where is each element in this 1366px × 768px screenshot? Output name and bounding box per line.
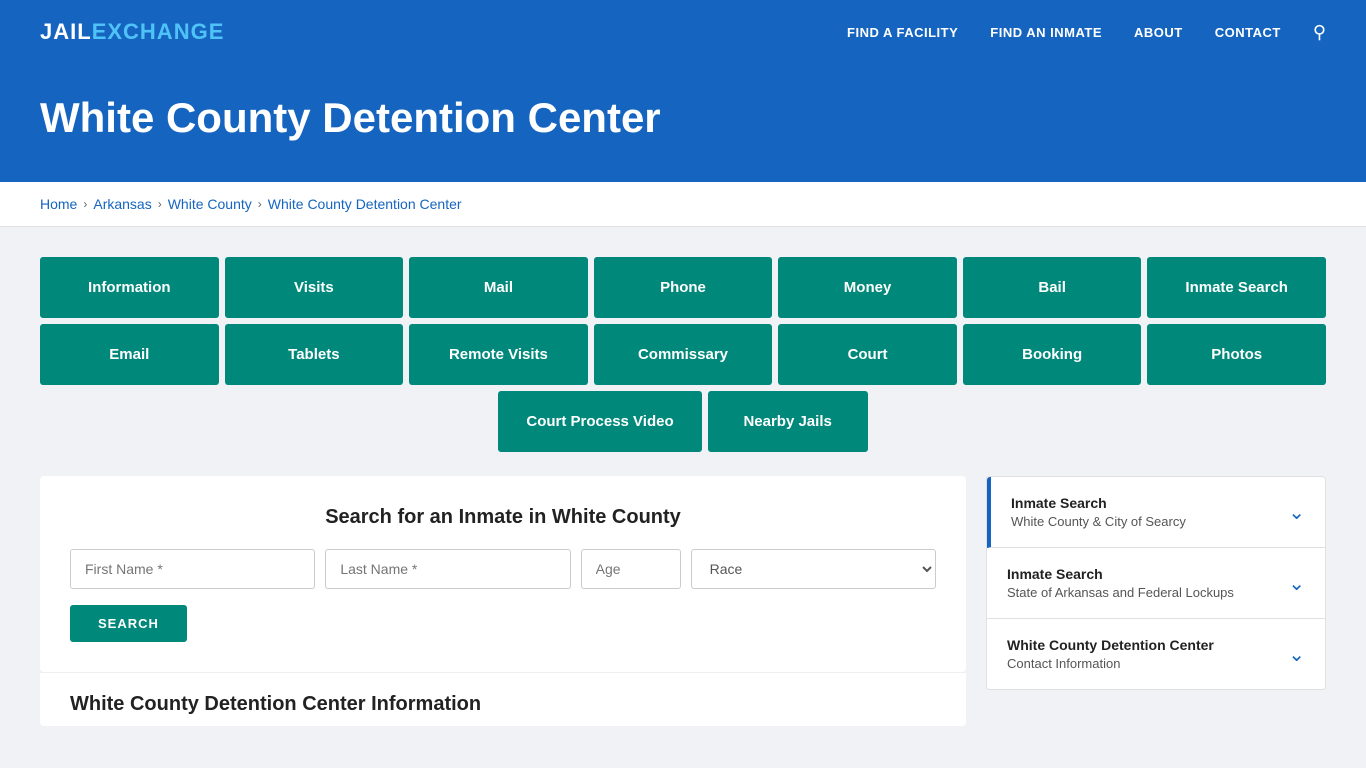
- logo-jail: JAIL: [40, 19, 92, 45]
- sidebar-item-text-2: White County Detention Center Contact In…: [1007, 637, 1214, 671]
- sidebar-item-2[interactable]: White County Detention Center Contact In…: [987, 619, 1325, 689]
- btn-nearby-jails[interactable]: Nearby Jails: [708, 391, 868, 452]
- buttons-row3: Court Process Video Nearby Jails: [40, 391, 1326, 452]
- chevron-down-icon-2: ⌄: [1288, 642, 1305, 667]
- btn-visits[interactable]: Visits: [225, 257, 404, 318]
- sidebar-item-subtitle-2: Contact Information: [1007, 656, 1214, 671]
- btn-remote-visits[interactable]: Remote Visits: [409, 324, 588, 385]
- buttons-row1: Information Visits Mail Phone Money Bail…: [40, 257, 1326, 318]
- btn-information[interactable]: Information: [40, 257, 219, 318]
- search-button[interactable]: SEARCH: [70, 605, 187, 642]
- sidebar-item-subtitle-1: State of Arkansas and Federal Lockups: [1007, 585, 1234, 600]
- chevron-down-icon-1: ⌄: [1288, 571, 1305, 596]
- btn-photos[interactable]: Photos: [1147, 324, 1326, 385]
- nav-find-facility[interactable]: FIND A FACILITY: [847, 25, 958, 40]
- hero-banner: White County Detention Center: [0, 64, 1366, 182]
- page-title: White County Detention Center: [40, 94, 1326, 142]
- main-content: Information Visits Mail Phone Money Bail…: [0, 227, 1366, 756]
- breadcrumb-current: White County Detention Center: [268, 196, 462, 212]
- logo-exchange: EXCHANGE: [92, 19, 225, 45]
- first-name-input[interactable]: [70, 549, 315, 589]
- last-name-input[interactable]: [325, 549, 570, 589]
- btn-phone[interactable]: Phone: [594, 257, 773, 318]
- sidebar-item-title-2: White County Detention Center: [1007, 637, 1214, 653]
- btn-bail[interactable]: Bail: [963, 257, 1142, 318]
- breadcrumb-sep-3: ›: [258, 197, 262, 211]
- breadcrumb-home[interactable]: Home: [40, 196, 77, 212]
- main-nav: FIND A FACILITY FIND AN INMATE ABOUT CON…: [847, 22, 1326, 43]
- sidebar-item-title-1: Inmate Search: [1007, 566, 1234, 582]
- nav-contact[interactable]: CONTACT: [1215, 25, 1281, 40]
- breadcrumb-arkansas[interactable]: Arkansas: [93, 196, 151, 212]
- btn-mail[interactable]: Mail: [409, 257, 588, 318]
- sidebar-item-0[interactable]: Inmate Search White County & City of Sea…: [987, 477, 1325, 548]
- search-card: Search for an Inmate in White County Rac…: [40, 476, 966, 672]
- sidebar-item-text-0: Inmate Search White County & City of Sea…: [1011, 495, 1186, 529]
- btn-tablets[interactable]: Tablets: [225, 324, 404, 385]
- sidebar-item-1[interactable]: Inmate Search State of Arkansas and Fede…: [987, 548, 1325, 619]
- btn-email[interactable]: Email: [40, 324, 219, 385]
- section-title-below: White County Detention Center Informatio…: [40, 672, 966, 726]
- chevron-down-icon-0: ⌄: [1288, 500, 1305, 525]
- btn-inmate-search[interactable]: Inmate Search: [1147, 257, 1326, 318]
- header: JAILEXCHANGE FIND A FACILITY FIND AN INM…: [0, 0, 1366, 64]
- search-inputs: Race White Black Hispanic Asian Other: [70, 549, 936, 589]
- sidebar-item-title-0: Inmate Search: [1011, 495, 1186, 511]
- buttons-row2: Email Tablets Remote Visits Commissary C…: [40, 324, 1326, 385]
- age-input[interactable]: [581, 549, 681, 589]
- btn-court-process-video[interactable]: Court Process Video: [498, 391, 701, 452]
- logo[interactable]: JAILEXCHANGE: [40, 19, 224, 45]
- search-icon[interactable]: ⚲: [1313, 22, 1326, 43]
- race-select[interactable]: Race White Black Hispanic Asian Other: [691, 549, 936, 589]
- breadcrumb-sep-2: ›: [158, 197, 162, 211]
- btn-court[interactable]: Court: [778, 324, 957, 385]
- sidebar-item-text-1: Inmate Search State of Arkansas and Fede…: [1007, 566, 1234, 600]
- breadcrumb: Home › Arkansas › White County › White C…: [40, 196, 1326, 212]
- search-card-title: Search for an Inmate in White County: [70, 506, 936, 529]
- sidebar-item-subtitle-0: White County & City of Searcy: [1011, 514, 1186, 529]
- breadcrumb-sep-1: ›: [83, 197, 87, 211]
- nav-about[interactable]: ABOUT: [1134, 25, 1183, 40]
- btn-money[interactable]: Money: [778, 257, 957, 318]
- sidebar: Inmate Search White County & City of Sea…: [986, 476, 1326, 690]
- btn-booking[interactable]: Booking: [963, 324, 1142, 385]
- nav-find-inmate[interactable]: FIND AN INMATE: [990, 25, 1102, 40]
- breadcrumb-white-county[interactable]: White County: [168, 196, 252, 212]
- lower-section: Search for an Inmate in White County Rac…: [40, 476, 1326, 726]
- breadcrumb-bar: Home › Arkansas › White County › White C…: [0, 182, 1366, 227]
- btn-commissary[interactable]: Commissary: [594, 324, 773, 385]
